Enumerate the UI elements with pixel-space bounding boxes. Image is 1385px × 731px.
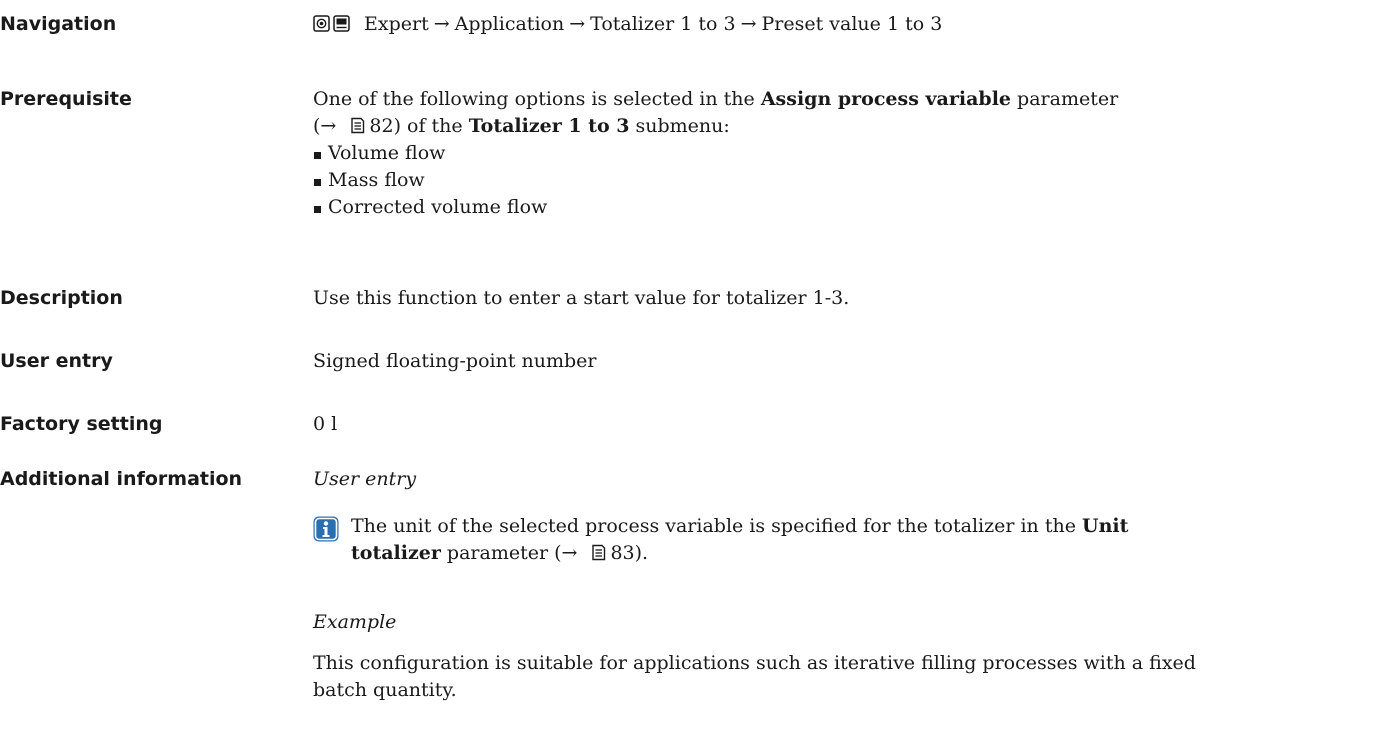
navigation-path: Expert → Application → Totalizer 1 to 3 → Pres…	[313, 11, 1383, 38]
prerequisite-options: Volume flow Mass flow Corrected volume f…	[313, 140, 1383, 221]
nav-separator: →	[740, 13, 757, 35]
navigation-label: Navigation	[0, 13, 117, 35]
additional-information-label: Additional information	[0, 468, 243, 490]
page-ref-open: (→	[313, 115, 343, 137]
page-ref-number[interactable]: 82	[369, 115, 393, 137]
assign-process-variable-ref: Assign process variable	[760, 88, 1011, 110]
nav-path-item-preset-value: Preset value 1 to 3	[761, 13, 943, 35]
subheading-user-entry: User entry	[313, 468, 417, 490]
navigation-icons	[313, 15, 350, 32]
page-ref-number[interactable]: 83	[610, 542, 634, 564]
prerequisite-text: ) of the	[393, 115, 469, 137]
page-reference-icon	[592, 544, 606, 561]
factory-setting-value: 0 l	[313, 413, 338, 435]
user-entry-label: User entry	[0, 350, 113, 372]
note-text: The unit of the selected process variabl…	[351, 515, 1082, 537]
prerequisite-text: parameter	[1011, 88, 1119, 110]
prerequisite-line-2: (→ 82) of the Totalizer 1 to 3 submenu:	[313, 113, 1383, 140]
page-reference-icon	[351, 117, 365, 134]
prerequisite-label: Prerequisite	[0, 88, 132, 110]
prerequisite-text: One of the following options is selected…	[313, 88, 761, 110]
example-line: batch quantity.	[313, 679, 457, 701]
additional-information-content: User entry The unit of the selected proc…	[313, 466, 1383, 728]
nav-path-item-expert: Expert	[364, 13, 429, 35]
user-entry-text: Signed floating-point number	[313, 350, 597, 372]
list-item: Mass flow	[313, 167, 1383, 194]
prerequisite-line-1: One of the following options is selected…	[313, 86, 1383, 113]
info-note-text: The unit of the selected process variabl…	[351, 513, 1381, 567]
display-operation-icon	[313, 15, 330, 32]
nav-path-item-application: Application	[454, 13, 565, 35]
prerequisite-content: One of the following options is selected…	[313, 86, 1383, 221]
unit-totalizer-ref: totalizer	[351, 542, 441, 564]
note-text: parameter (→	[440, 542, 584, 564]
list-item: Corrected volume flow	[313, 194, 1383, 221]
subheading-example: Example	[313, 611, 397, 633]
example-line: This configuration is suitable for appli…	[313, 652, 1196, 674]
description-text: Use this function to enter a start value…	[313, 287, 850, 309]
prerequisite-text: submenu:	[629, 115, 730, 137]
factory-setting-label: Factory setting	[0, 413, 163, 435]
example-text: This configuration is suitable for appli…	[313, 650, 1383, 704]
description-label: Description	[0, 287, 123, 309]
list-item: Volume flow	[313, 140, 1383, 167]
info-note: The unit of the selected process variabl…	[313, 513, 1383, 571]
display-menu-icon	[333, 15, 350, 32]
totalizer-submenu-ref: Totalizer 1 to 3	[468, 115, 630, 137]
info-icon	[313, 516, 339, 542]
unit-totalizer-ref: Unit	[1082, 515, 1129, 537]
note-text: ).	[634, 542, 649, 564]
nav-separator: →	[569, 13, 586, 35]
nav-path-item-totalizer: Totalizer 1 to 3	[590, 13, 736, 35]
nav-separator: →	[433, 13, 450, 35]
